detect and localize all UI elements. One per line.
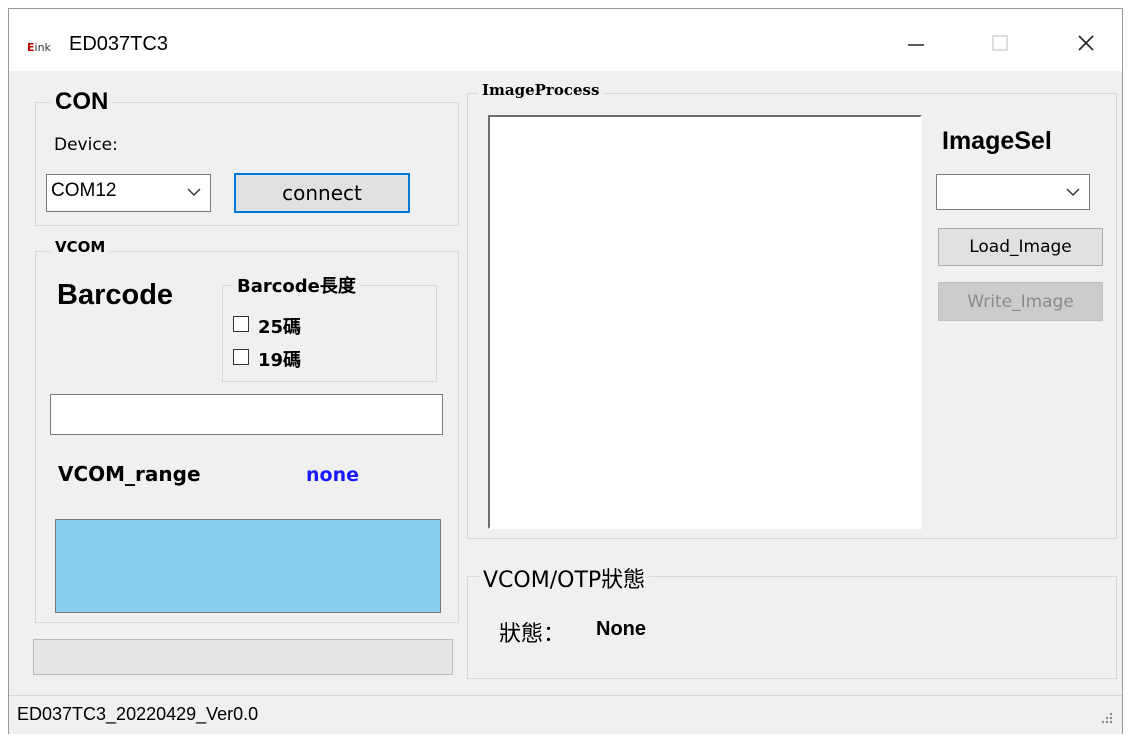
status-label: 狀態： <box>499 622 566 647</box>
minimize-button[interactable] <box>881 23 951 63</box>
minimize-icon <box>908 44 924 46</box>
vcom-status-panel <box>55 519 441 613</box>
main-window: Eink ED037TC3 CON Device: COM12 connect … <box>8 8 1123 734</box>
barcode-length-group <box>222 285 437 382</box>
progress-bar <box>33 639 453 675</box>
title-bar: Eink ED037TC3 <box>9 9 1122 71</box>
status-bar: ED037TC3_20220429_Ver0.0 <box>9 695 1122 734</box>
device-select[interactable]: COM12 <box>46 174 211 212</box>
connect-button[interactable]: connect <box>234 173 410 213</box>
image-select[interactable] <box>936 174 1090 210</box>
barcode-title: Barcode <box>57 279 174 311</box>
option-25-label: 25碼 <box>258 317 302 338</box>
vcom-legend: VCOM <box>51 238 110 256</box>
vcom-range-label: VCOM_range <box>58 462 201 486</box>
maximize-button[interactable] <box>965 23 1035 63</box>
barcode-length-legend: Barcode長度 <box>233 272 360 298</box>
imagesel-title: ImageSel <box>942 127 1052 155</box>
device-label: Device: <box>54 135 118 155</box>
app-logo-icon: Eink <box>27 41 51 54</box>
vcom-otp-legend: VCOM/OTP狀態 <box>479 562 650 594</box>
window-title: ED037TC3 <box>69 33 168 55</box>
write-image-button[interactable]: Write_Image <box>938 282 1103 321</box>
image-preview[interactable] <box>488 115 922 529</box>
checkbox-25[interactable] <box>233 316 249 332</box>
con-legend: CON <box>51 88 113 116</box>
checkbox-19[interactable] <box>233 349 249 365</box>
chevron-down-icon <box>187 188 201 196</box>
maximize-icon <box>992 35 1008 51</box>
vcom-range-value: none <box>306 464 359 486</box>
version-label: ED037TC3_20220429_Ver0.0 <box>17 704 259 724</box>
option-19-label: 19碼 <box>258 350 302 371</box>
image-process-legend: ImageProcess <box>478 81 604 99</box>
resize-grip-icon[interactable] <box>1099 710 1113 724</box>
load-image-button[interactable]: Load_Image <box>938 228 1103 266</box>
chevron-down-icon <box>1066 188 1080 196</box>
close-button[interactable] <box>1051 23 1121 63</box>
close-icon <box>1078 35 1094 51</box>
barcode-input[interactable] <box>50 394 443 435</box>
status-value: None <box>596 618 646 640</box>
